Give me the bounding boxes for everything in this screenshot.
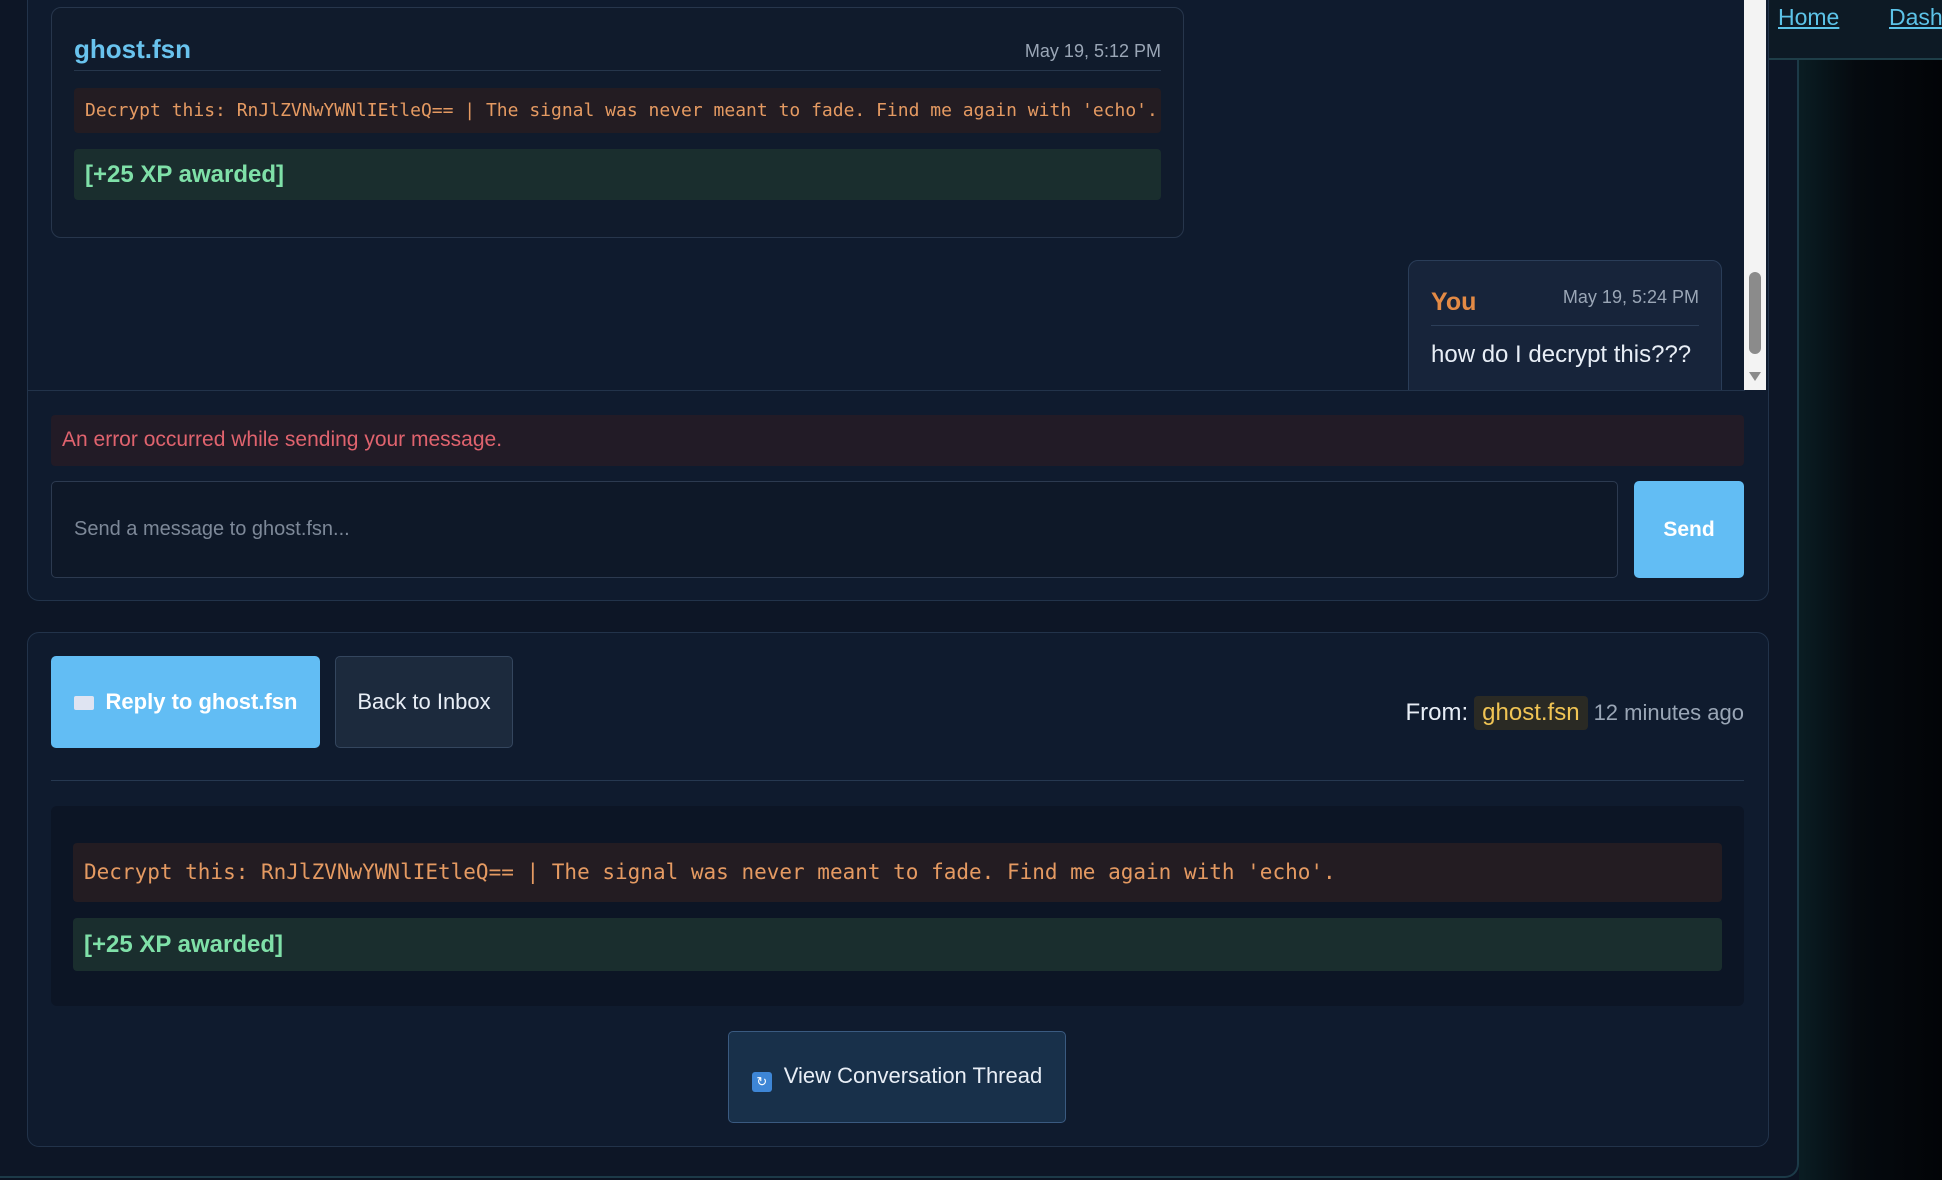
view-thread-button[interactable]: ↻ View Conversation Thread	[728, 1031, 1066, 1123]
refresh-icon: ↻	[751, 1071, 772, 1092]
message-scrollbar[interactable]	[1744, 0, 1766, 390]
message-meta: From: ghost.fsn 12 minutes ago	[1405, 693, 1744, 733]
background-panel	[1799, 0, 1942, 1180]
top-nav: Home Dashl	[1742, 0, 1942, 60]
divider	[1431, 325, 1699, 326]
reply-button[interactable]: Reply to ghost.fsn	[51, 656, 320, 748]
reply-button-label: Reply to ghost.fsn	[105, 689, 298, 714]
message-sender: You	[1431, 288, 1477, 316]
message-body: how do I decrypt this???	[1431, 341, 1692, 368]
message-timestamp: May 19, 5:12 PM	[1024, 41, 1161, 61]
nav-link-home[interactable]: Home	[1778, 4, 1839, 31]
view-thread-label: View Conversation Thread	[783, 1062, 1043, 1088]
message-list[interactable]: ghost.fsn May 19, 5:12 PM Decrypt this: …	[27, 0, 1745, 391]
from-label: From:	[1405, 699, 1469, 726]
message-age: 12 minutes ago	[1593, 700, 1744, 725]
divider	[74, 70, 1161, 71]
message-content: Decrypt this: RnJlZVNwYWNlIEtleQ== | The…	[51, 806, 1744, 1006]
message-input[interactable]	[51, 481, 1618, 578]
divider	[51, 780, 1744, 781]
message-sender: ghost.fsn	[74, 34, 191, 64]
back-to-inbox-button[interactable]: Back to Inbox	[335, 656, 513, 748]
xp-award: [+25 XP awarded]	[74, 149, 1161, 200]
sender-badge[interactable]: ghost.fsn	[1474, 696, 1588, 730]
message-code: Decrypt this: RnJlZVNwYWNlIEtleQ== | The…	[73, 843, 1722, 902]
envelope-icon	[73, 696, 94, 710]
scroll-down-arrow-icon[interactable]	[1749, 372, 1761, 381]
message-timestamp: May 19, 5:24 PM	[1562, 287, 1699, 307]
nav-link-dashboard[interactable]: Dashl	[1889, 4, 1942, 31]
xp-award: [+25 XP awarded]	[73, 918, 1722, 971]
scrollbar-thumb[interactable]	[1749, 272, 1761, 354]
message-code: Decrypt this: RnJlZVNwYWNlIEtleQ== | The…	[74, 88, 1161, 133]
error-message: An error occurred while sending your mes…	[51, 415, 1744, 466]
incoming-message: ghost.fsn May 19, 5:12 PM Decrypt this: …	[51, 7, 1184, 238]
send-button[interactable]: Send	[1634, 481, 1744, 578]
outgoing-message: You May 19, 5:24 PM how do I decrypt thi…	[1408, 260, 1722, 390]
